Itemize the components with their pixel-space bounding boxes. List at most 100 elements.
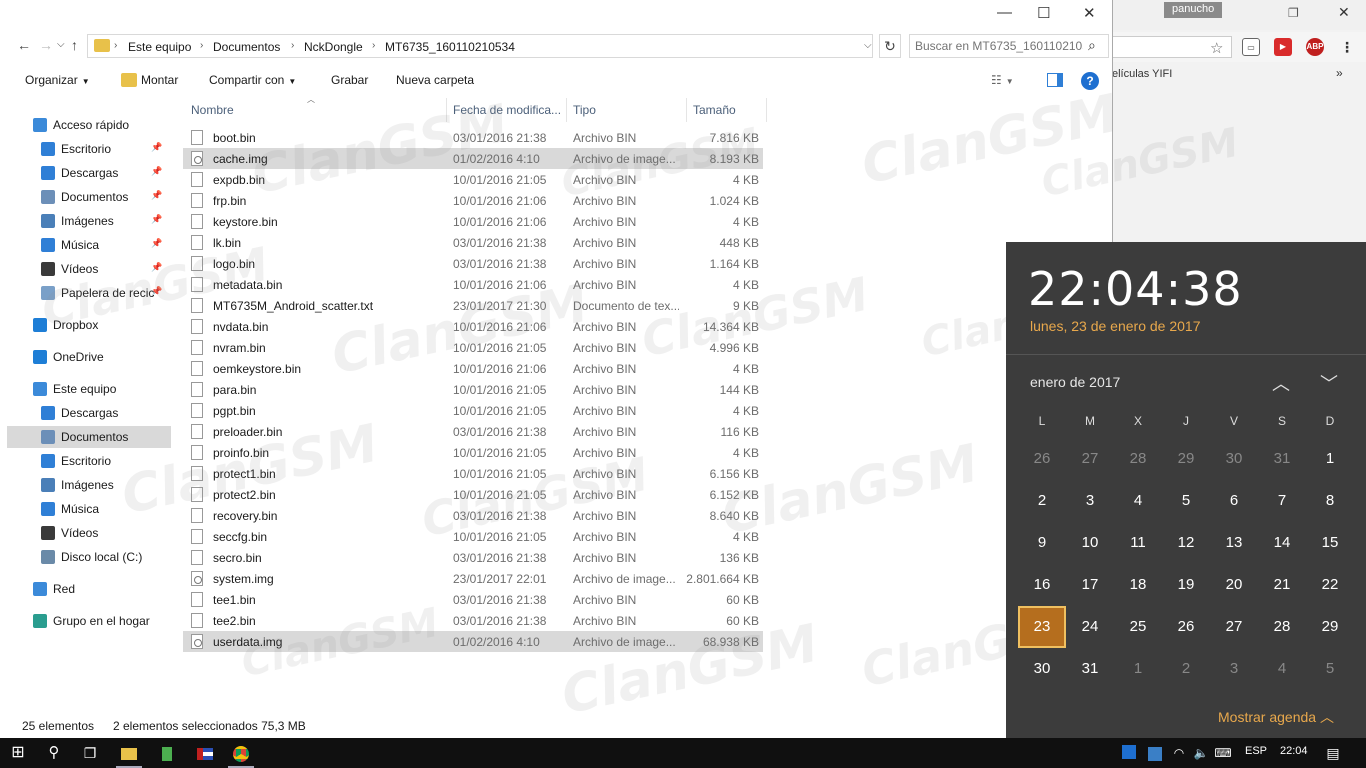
calendar-day[interactable]: 27 — [1066, 438, 1114, 480]
nav-item[interactable]: Vídeos — [7, 522, 171, 544]
pin-icon[interactable]: 📌 — [151, 190, 162, 201]
view-options-icon[interactable]: ☷ ▼ — [991, 73, 1014, 87]
nav-item[interactable]: Documentos — [7, 426, 171, 448]
search-icon[interactable]: ⌕ — [1088, 37, 1096, 54]
calendar-day[interactable]: 19 — [1162, 564, 1210, 606]
address-dropdown-icon[interactable]: ⌵ — [864, 40, 872, 51]
share-button[interactable]: Compartir con ▼ — [209, 73, 296, 87]
calendar-day[interactable]: 29 — [1306, 606, 1354, 648]
search-box[interactable]: ⌕ — [909, 34, 1109, 58]
pin-icon[interactable]: 📌 — [151, 262, 162, 273]
calendar-day[interactable]: 28 — [1258, 606, 1306, 648]
calendar-day[interactable]: 29 — [1162, 438, 1210, 480]
cast-icon[interactable]: ▭ — [1242, 38, 1260, 56]
volume-icon[interactable]: 🔈 — [1192, 738, 1210, 768]
task-view-icon[interactable]: ❐ — [74, 738, 106, 768]
action-center-icon[interactable]: ▤ — [1318, 738, 1348, 768]
calendar-day[interactable]: 9 — [1018, 522, 1066, 564]
calendar-day[interactable]: 20 — [1210, 564, 1258, 606]
file-row[interactable]: keystore.bin 10/01/2016 21:06 Archivo BIN 4… — [183, 211, 763, 232]
file-row[interactable]: pgpt.bin 10/01/2016 21:05 Archivo BIN 4 KB — [183, 400, 763, 421]
close-icon[interactable]: ✕ — [1338, 4, 1350, 21]
file-row[interactable]: protect1.bin 10/01/2016 21:05 Archivo BIN 6… — [183, 463, 763, 484]
nav-item[interactable]: OneDrive — [7, 346, 171, 368]
column-separator[interactable] — [686, 98, 687, 122]
file-row[interactable]: tee2.bin 03/01/2016 21:38 Archivo BIN 60 KB — [183, 610, 763, 631]
taskbar-clock[interactable]: 22:04 — [1280, 745, 1308, 757]
file-row[interactable]: metadata.bin 10/01/2016 21:06 Archivo BIN 4… — [183, 274, 763, 295]
wifi-icon[interactable]: ◠ — [1170, 738, 1188, 768]
calendar-day[interactable]: 1 — [1114, 648, 1162, 690]
file-row[interactable]: expdb.bin 10/01/2016 21:05 Archivo BIN 4 KB — [183, 169, 763, 190]
calendar-day[interactable]: 31 — [1066, 648, 1114, 690]
file-row[interactable]: lk.bin 03/01/2016 21:38 Archivo BIN 448 KB — [183, 232, 763, 253]
column-separator[interactable] — [446, 98, 447, 122]
calendar-day[interactable]: 11 — [1114, 522, 1162, 564]
nav-item[interactable]: Escritorio — [7, 450, 171, 472]
forward-icon[interactable]: → — [39, 37, 53, 53]
organize-button[interactable]: Organizar ▼ — [25, 73, 90, 87]
calendar-day[interactable]: 10 — [1066, 522, 1114, 564]
recent-locations-icon[interactable]: ⌵ — [57, 39, 65, 50]
help-icon[interactable]: ? — [1081, 72, 1099, 90]
nav-item[interactable]: Imágenes — [7, 474, 171, 496]
file-row[interactable]: frp.bin 10/01/2016 21:06 Archivo BIN 1.024 … — [183, 190, 763, 211]
maximize-icon[interactable]: ☐ — [1037, 4, 1050, 22]
calendar-day[interactable]: 26 — [1018, 438, 1066, 480]
calendar-day[interactable]: 5 — [1162, 480, 1210, 522]
mount-button[interactable]: Montar — [141, 73, 178, 87]
extension-red-icon[interactable]: ▶ — [1274, 38, 1292, 56]
file-row[interactable]: boot.bin 03/01/2016 21:38 Archivo BIN 7.816… — [183, 127, 763, 148]
start-button[interactable]: ⊞ — [0, 738, 36, 768]
calendar-day[interactable]: 3 — [1210, 648, 1258, 690]
file-row[interactable]: para.bin 10/01/2016 21:05 Archivo BIN 144 K… — [183, 379, 763, 400]
calendar-day[interactable]: 2 — [1018, 480, 1066, 522]
calendar-day[interactable]: 17 — [1066, 564, 1114, 606]
calendar-day[interactable]: 13 — [1210, 522, 1258, 564]
file-row[interactable]: seccfg.bin 10/01/2016 21:05 Archivo BIN 4 K… — [183, 526, 763, 547]
nav-item[interactable]: Papelera de recic 📌 — [7, 282, 171, 304]
file-row[interactable]: MT6735M_Android_scatter.txt 23/01/2017 21… — [183, 295, 763, 316]
preview-pane-icon[interactable] — [1047, 73, 1063, 87]
search-input[interactable] — [915, 39, 1083, 53]
pin-icon[interactable]: 📌 — [151, 166, 162, 177]
file-row[interactable]: protect2.bin 10/01/2016 21:05 Archivo BIN 6… — [183, 484, 763, 505]
taskbar-file-explorer[interactable] — [112, 738, 146, 768]
calendar-day[interactable]: 16 — [1018, 564, 1066, 606]
new-folder-button[interactable]: Nueva carpeta — [396, 73, 474, 87]
minimize-icon[interactable]: — — [997, 4, 1012, 21]
breadcrumb-item[interactable]: NckDongle — [304, 40, 363, 54]
pin-icon[interactable]: 📌 — [151, 214, 162, 225]
calendar-day[interactable]: 7 — [1258, 480, 1306, 522]
refresh-button[interactable]: ↻ — [879, 34, 901, 58]
calendar-day[interactable]: 6 — [1210, 480, 1258, 522]
nav-item[interactable]: Acceso rápido — [7, 114, 171, 136]
nav-item[interactable]: Música — [7, 498, 171, 520]
calendar-day[interactable]: 27 — [1210, 606, 1258, 648]
browser-url-box[interactable]: ☆ — [1112, 36, 1232, 58]
language-indicator[interactable]: ESP — [1245, 745, 1267, 757]
up-icon[interactable]: ↑ — [71, 37, 78, 53]
nav-item[interactable]: Red — [7, 578, 171, 600]
calendar-day[interactable]: 25 — [1114, 606, 1162, 648]
file-row[interactable]: recovery.bin 03/01/2016 21:38 Archivo BIN 8… — [183, 505, 763, 526]
close-icon[interactable]: ✕ — [1083, 4, 1096, 22]
background-browser-window[interactable]: panucho ❐ ✕ ☆ ▭ ▶ ABP ⋮ elículas YIFI » — [1112, 0, 1366, 242]
calendar-day[interactable]: 5 — [1306, 648, 1354, 690]
calendar-day[interactable]: 8 — [1306, 480, 1354, 522]
pin-icon[interactable]: 📌 — [151, 238, 162, 249]
back-icon[interactable]: ← — [17, 37, 31, 53]
file-row[interactable]: system.img 23/01/2017 22:01 Archivo de ima… — [183, 568, 763, 589]
file-row[interactable]: secro.bin 03/01/2016 21:38 Archivo BIN 136 … — [183, 547, 763, 568]
column-header-date[interactable]: Fecha de modifica... — [453, 103, 561, 117]
calendar-day[interactable]: 28 — [1114, 438, 1162, 480]
calendar-day[interactable]: 1 — [1306, 438, 1354, 480]
calendar-day[interactable]: 21 — [1258, 564, 1306, 606]
calendar-day[interactable]: 18 — [1114, 564, 1162, 606]
nav-item[interactable]: Este equipo — [7, 378, 171, 400]
bookmarks-more-icon[interactable]: » — [1336, 66, 1343, 80]
calendar-day[interactable]: 30 — [1210, 438, 1258, 480]
taskbar-app-flag[interactable] — [188, 738, 222, 768]
nav-item[interactable]: Grupo en el hogar — [7, 610, 171, 632]
file-row[interactable]: userdata.img 01/02/2016 4:10 Archivo de im… — [183, 631, 763, 652]
